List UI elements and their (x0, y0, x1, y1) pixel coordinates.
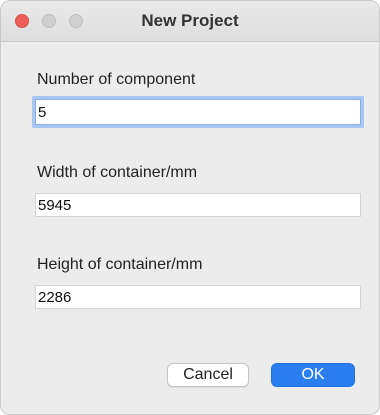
title-bar[interactable]: New Project (1, 1, 379, 42)
new-project-dialog: New Project Number of component Width of… (0, 0, 380, 415)
minimize-window-icon[interactable] (42, 14, 56, 28)
container-width-input[interactable] (35, 193, 361, 217)
container-height-label: Height of container/mm (37, 256, 203, 273)
container-width-label: Width of container/mm (37, 164, 198, 181)
component-count-label: Number of component (37, 71, 196, 88)
container-height-input[interactable] (35, 285, 361, 309)
ok-button[interactable]: OK (271, 363, 355, 387)
close-window-icon[interactable] (15, 14, 29, 28)
zoom-window-icon[interactable] (69, 14, 83, 28)
window-title: New Project (141, 11, 239, 30)
component-count-input[interactable] (35, 99, 361, 125)
cancel-button[interactable]: Cancel (167, 363, 249, 387)
